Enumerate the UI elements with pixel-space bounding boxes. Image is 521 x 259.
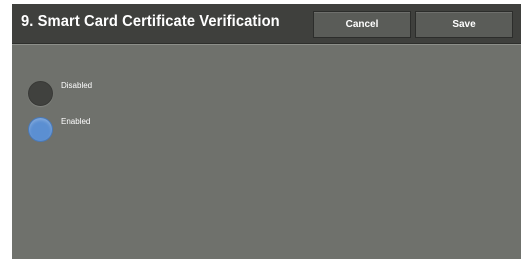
settings-panel: 9. Smart Card Certificate Verification C… (12, 4, 521, 259)
page-title: 9. Smart Card Certificate Verification (21, 13, 280, 30)
header-divider (12, 44, 521, 45)
save-button[interactable]: Save (415, 11, 513, 38)
option-enabled-label: Enabled (61, 117, 91, 126)
cancel-button[interactable]: Cancel (313, 11, 411, 38)
radio-enabled-selected-icon[interactable] (28, 117, 53, 142)
header-bar: 9. Smart Card Certificate Verification C… (12, 4, 521, 44)
option-disabled[interactable]: Disabled (28, 81, 92, 106)
option-disabled-label: Disabled (61, 81, 93, 90)
option-enabled[interactable]: Enabled (28, 117, 90, 142)
radio-disabled-unselected-icon[interactable] (28, 81, 53, 106)
